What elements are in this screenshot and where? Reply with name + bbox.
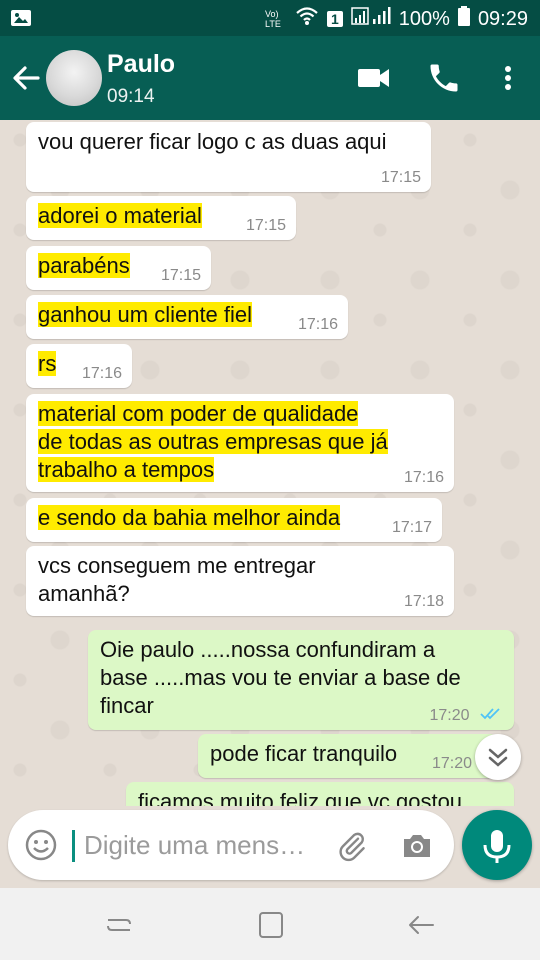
message-composer: [8, 810, 454, 880]
message-incoming[interactable]: parabéns 17:15: [26, 246, 211, 290]
message-incoming[interactable]: vcs conseguem me entregar amanhã? 17:18: [26, 546, 454, 616]
message-incoming[interactable]: adorei o material 17:15: [26, 196, 296, 240]
paperclip-icon[interactable]: [336, 830, 368, 862]
text-cursor: [72, 830, 75, 862]
message-incoming[interactable]: rs 17:16: [26, 344, 132, 388]
message-time: 17:15: [160, 267, 201, 284]
message-time: 17:16: [403, 469, 444, 486]
message-text: ganhou um cliente fiel: [38, 302, 253, 327]
message-text: ficamos muito feliz que vc gostou: [138, 789, 463, 806]
contact-name[interactable]: Paulo: [107, 50, 175, 79]
message-text: rs: [38, 351, 57, 376]
message-text: pode ficar tranquilo: [210, 741, 398, 766]
back-icon[interactable]: [406, 910, 436, 940]
chat-header: Paulo 09:14: [0, 36, 540, 120]
double-chevron-down-icon: [488, 748, 508, 767]
more-options-icon[interactable]: [490, 60, 526, 96]
message-incoming[interactable]: material com poder de qualidade de todas…: [26, 394, 454, 492]
message-outgoing[interactable]: pode ficar tranquilo 17:20: [198, 734, 498, 778]
message-text: parabéns: [38, 253, 130, 278]
message-incoming[interactable]: ganhou um cliente fiel 17:16: [26, 295, 348, 339]
home-icon[interactable]: [256, 910, 286, 940]
message-text: e sendo da bahia melhor ainda: [38, 505, 341, 530]
message-outgoing[interactable]: Oie paulo .....nossa confundiram a base …: [88, 630, 514, 730]
volte-indicator: Vo) LTE: [264, 9, 281, 29]
read-ticks-icon: [480, 708, 502, 724]
message-time: 17:20: [431, 755, 472, 772]
gallery-notification-icon: [10, 8, 32, 34]
recent-apps-icon[interactable]: [104, 910, 134, 940]
voice-message-button[interactable]: [462, 810, 532, 880]
message-time: 17:18: [403, 593, 444, 610]
battery-percent: 100%: [398, 7, 450, 30]
message-incoming[interactable]: e sendo da bahia melhor ainda 17:17: [26, 498, 442, 542]
scroll-to-bottom-button[interactable]: [475, 734, 521, 780]
message-input[interactable]: [82, 824, 326, 866]
microphone-icon: [483, 830, 511, 863]
sim-badge: 1: [326, 11, 343, 27]
message-time: 17:20: [429, 707, 470, 724]
signal-icon: [351, 6, 391, 32]
message-text: material com poder de qualidade de todas…: [38, 401, 388, 482]
last-seen: 09:14: [107, 86, 155, 107]
camera-icon[interactable]: [400, 830, 434, 862]
clock: 09:29: [477, 7, 528, 30]
message-outgoing[interactable]: ficamos muito feliz que vc gostou: [126, 782, 514, 806]
chat-messages[interactable]: vou querer ficar logo c as duas aqui 17:…: [0, 120, 540, 806]
message-time: 17:16: [297, 316, 338, 333]
message-time: 17:17: [391, 519, 432, 536]
back-arrow-icon[interactable]: [12, 60, 40, 96]
wifi-icon: [295, 6, 319, 32]
voice-call-icon[interactable]: [426, 60, 462, 96]
avatar[interactable]: [46, 50, 102, 106]
message-time: 17:15: [380, 169, 421, 186]
status-bar: Vo) LTE 1 100% 09:29: [0, 0, 540, 36]
emoji-icon[interactable]: [24, 828, 58, 862]
video-call-icon[interactable]: [356, 60, 392, 96]
message-time: 17:15: [245, 217, 286, 234]
message-incoming[interactable]: vou querer ficar logo c as duas aqui 17:…: [26, 122, 431, 192]
system-navigation-bar: [0, 888, 540, 960]
message-text: vou querer ficar logo c as duas aqui: [38, 129, 387, 154]
message-text: vcs conseguem me entregar amanhã?: [38, 553, 316, 606]
message-time: 17:16: [81, 365, 122, 382]
battery-icon: [457, 6, 470, 32]
message-text: adorei o material: [38, 203, 202, 228]
